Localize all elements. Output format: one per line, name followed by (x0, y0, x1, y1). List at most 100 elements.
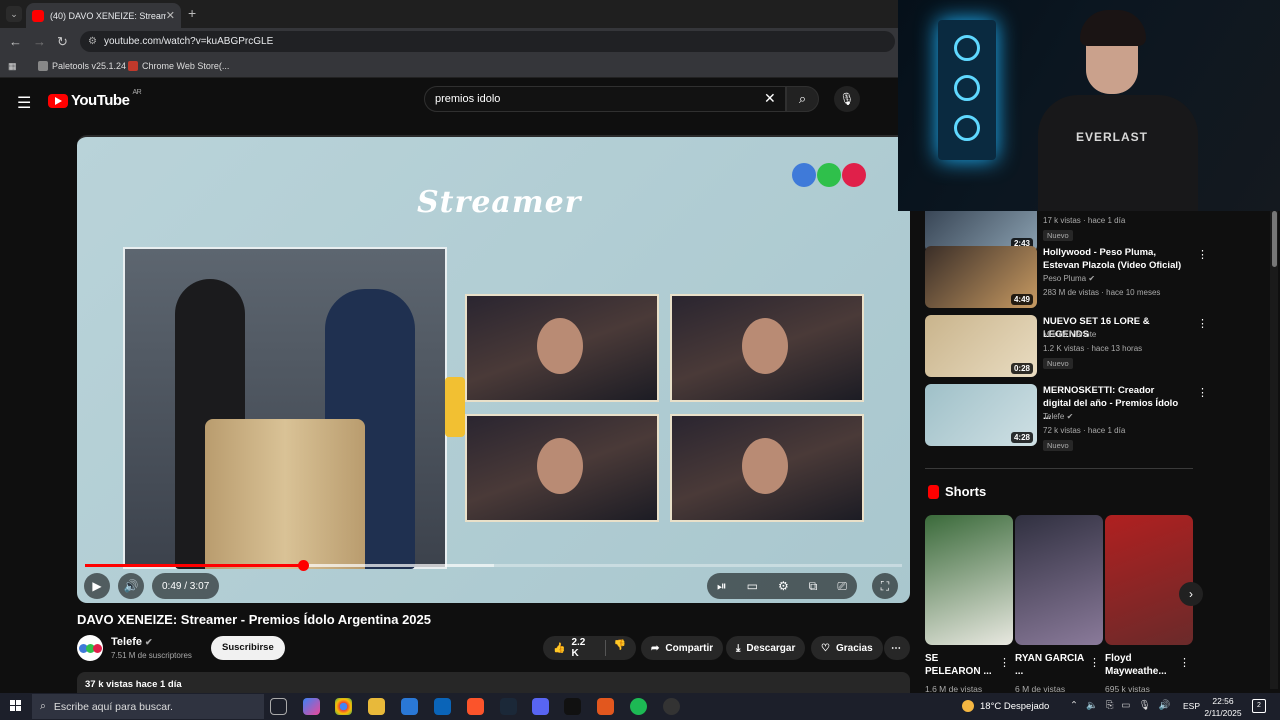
recommendation-item[interactable]: 4:49 Hollywood - Peso Pluma, Estevan Plaz… (925, 246, 1208, 308)
like-button[interactable]: 👍 2.2 K 👎 (543, 636, 636, 660)
scrubber-handle[interactable] (298, 560, 310, 571)
taskbar-search[interactable]: ⌕ Escribe aquí para buscar. (32, 694, 264, 719)
menu-icon[interactable]: ☰ (17, 93, 31, 113)
share-button[interactable]: ➦ Compartir (641, 636, 724, 660)
obs-icon[interactable] (663, 698, 680, 715)
captions-icon[interactable]: ▭ (747, 579, 758, 593)
more-actions-button[interactable]: ⋯ (884, 636, 910, 660)
idolo-logo-mark (445, 377, 465, 437)
volume-icon[interactable]: 🔊 (1158, 700, 1170, 711)
short-thumbnail[interactable] (1015, 515, 1103, 645)
thumbs-up-icon: 👍 (553, 642, 566, 654)
fullscreen-button[interactable]: ⛶ (872, 573, 898, 599)
scrollbar[interactable] (1270, 211, 1278, 689)
apps-grid-icon[interactable]: ▦ (8, 61, 17, 72)
shorts-next-button[interactable]: › (1179, 582, 1203, 606)
youtube-favicon-icon (32, 9, 44, 22)
download-icon: ⤓ (736, 642, 741, 654)
thanks-button[interactable]: ♡ Gracias (811, 636, 883, 660)
more-vertical-icon[interactable]: ⋮ (1197, 317, 1208, 330)
short-title[interactable]: RYAN GARCIA ... (1015, 652, 1085, 678)
notification-button[interactable]: 2 (1252, 699, 1266, 713)
channel-name[interactable]: Telefe ✔ (111, 636, 153, 648)
download-button[interactable]: ⤓ Descargar (726, 636, 806, 660)
youtube-play-logo-icon (48, 93, 68, 108)
new-tab-button[interactable]: + (188, 5, 196, 21)
autoplay-toggle-icon[interactable]: ⏯ (717, 579, 727, 594)
tab-search-button[interactable]: ⌄ (6, 6, 22, 22)
search-button[interactable]: ⌕ (786, 86, 819, 112)
short-title[interactable]: Floyd Mayweathe... (1105, 652, 1175, 678)
miniplayer-icon[interactable]: ⧉ (809, 579, 818, 594)
voice-search-button[interactable]: 🎙 (834, 86, 860, 112)
url-input[interactable]: ⚙ youtube.com/watch?v=kuABGPrcGLE (80, 31, 895, 52)
battery-icon[interactable]: ▭ (1121, 700, 1130, 711)
clock[interactable]: 22:56 2/11/2025 (1203, 695, 1243, 719)
outlook-icon[interactable] (434, 698, 451, 715)
recommendation-channel[interactable]: Mundo Manute (1043, 330, 1096, 339)
brave-icon[interactable] (467, 698, 484, 715)
subscribe-button[interactable]: Suscribirse (211, 636, 285, 660)
more-vertical-icon[interactable]: ⋮ (999, 656, 1010, 669)
short-thumbnail[interactable] (925, 515, 1013, 645)
telefe-dot-green (817, 163, 841, 187)
recommendation-item[interactable]: 0:28 NUEVO SET 16 LORE & LEGENDS Mundo Man… (925, 315, 1208, 377)
progress-bar[interactable] (85, 560, 902, 571)
tab-youtube[interactable]: (40) DAVO XENEIZE: Streamer - ✕ (26, 3, 181, 28)
chevron-up-icon[interactable]: ⌃ (1070, 700, 1078, 711)
recommendation-item[interactable]: 4:28 MERNOSKETTI: Creador digital del año… (925, 384, 1208, 451)
play-button[interactable]: ▶ (84, 573, 110, 599)
channel-name-text: Telefe (111, 636, 142, 648)
more-vertical-icon[interactable]: ⋮ (1197, 386, 1208, 399)
video-thumbnail[interactable]: 4:49 (925, 246, 1037, 308)
microphone-icon[interactable]: 🎙 (1138, 700, 1150, 711)
spotify-icon[interactable] (630, 698, 647, 715)
scrollbar-thumb[interactable] (1272, 211, 1277, 267)
video-thumbnail[interactable]: 0:28 (925, 315, 1037, 377)
language-indicator[interactable]: ESP (1183, 701, 1200, 711)
more-vertical-icon[interactable]: ⋮ (1197, 248, 1208, 261)
bookmark-paletools[interactable]: Paletools v25.1.24 (38, 61, 126, 71)
more-vertical-icon[interactable]: ⋮ (1089, 656, 1100, 669)
audience-cam-1 (465, 294, 659, 402)
weather-widget[interactable]: 18°C Despejado (962, 700, 1049, 712)
bookmark-chrome-web-store[interactable]: Chrome Web Store(... (128, 61, 229, 71)
more-vertical-icon[interactable]: ⋮ (1179, 656, 1190, 669)
discord-icon[interactable] (532, 698, 549, 715)
back-arrow-icon[interactable]: ← (9, 34, 22, 49)
windows-start-icon[interactable] (10, 700, 22, 712)
clear-search-icon[interactable]: ✕ (764, 90, 776, 107)
recommendation-title[interactable]: Hollywood - Peso Pluma, Estevan Plazola … (1043, 246, 1183, 272)
cast-icon[interactable]: ⎚ (837, 579, 847, 594)
face (537, 438, 583, 494)
task-view-icon[interactable] (270, 698, 287, 715)
microsoft-store-icon[interactable] (401, 698, 418, 715)
short-title[interactable]: SE PELEARON ... (925, 652, 995, 678)
media-app-icon[interactable] (597, 698, 614, 715)
steam-icon[interactable] (500, 698, 517, 715)
recommendation-channel[interactable]: Peso Pluma ✔ (1043, 274, 1095, 283)
mute-button[interactable]: 🔊 (118, 573, 144, 599)
speaker-icon[interactable]: 🔈 (1086, 700, 1098, 711)
copilot-icon[interactable] (303, 698, 320, 715)
reload-icon[interactable]: ↻ (57, 34, 68, 50)
chrome-icon[interactable] (335, 698, 352, 715)
file-explorer-icon[interactable] (368, 698, 385, 715)
video-player[interactable]: Streamer ▶ 🔊 0:49 / 3:07 ⏯ ▭ ⚙ ⧉ ⎚ ⛶ (77, 135, 910, 603)
recommendation-channel[interactable]: Telefe ✔ (1043, 412, 1073, 421)
site-info-icon[interactable]: ⚙ (88, 31, 97, 52)
more-horizontal-icon: ⋯ (891, 642, 901, 654)
thumbs-down-icon[interactable]: 👎 (604, 640, 626, 656)
close-tab-icon[interactable]: ✕ (166, 9, 175, 22)
url-text: youtube.com/watch?v=kuABGPrcGLE (104, 36, 274, 47)
search-input[interactable]: premios idolo (424, 86, 786, 112)
video-thumbnail[interactable]: 4:28 (925, 384, 1037, 446)
forward-arrow-icon[interactable]: → (33, 34, 46, 49)
capcut-icon[interactable] (564, 698, 581, 715)
network-icon[interactable]: ⎘ (1106, 700, 1114, 711)
channel-avatar[interactable] (77, 635, 103, 661)
settings-gear-icon[interactable]: ⚙ (778, 579, 789, 593)
youtube-logo[interactable]: YouTube AR (48, 89, 142, 109)
short-thumbnail[interactable] (1105, 515, 1193, 645)
avatar-dot (93, 644, 102, 653)
